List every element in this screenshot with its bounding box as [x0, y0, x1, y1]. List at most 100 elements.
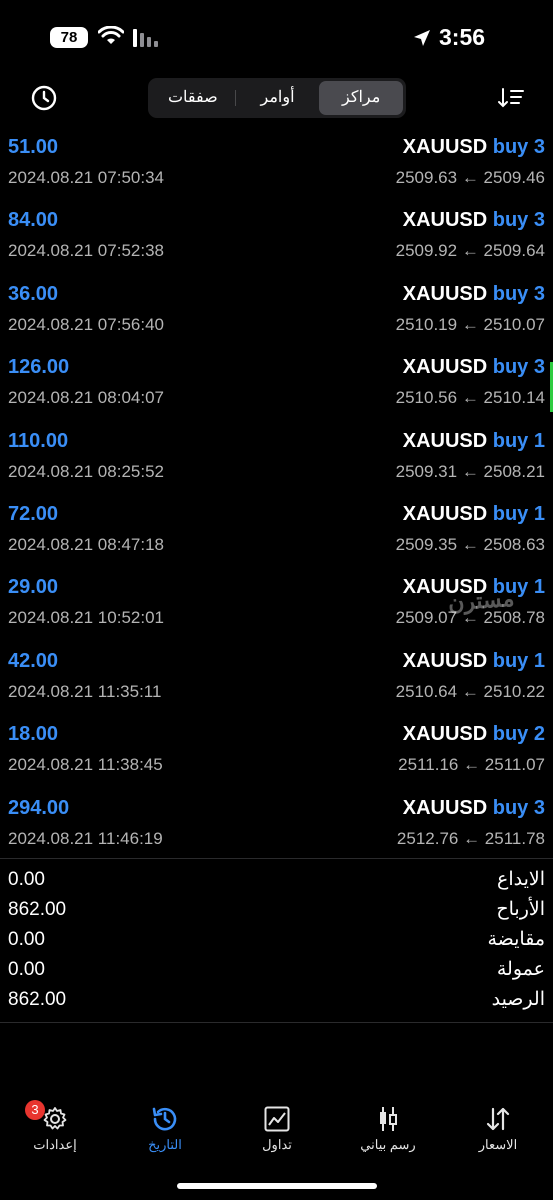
tab-label: التاريخ: [148, 1137, 182, 1152]
deal-time: 2024.08.21 11:35:11: [8, 681, 162, 701]
tab-chart[interactable]: رسم بياني: [338, 1098, 438, 1153]
deal-prices: 2512.76 ← 2511.78: [396, 828, 545, 848]
deal-time: 2024.08.21 08:04:07: [8, 388, 164, 408]
deal-title: XAUUSD buy 3: [403, 797, 545, 820]
deal-time: 2024.08.21 07:50:34: [8, 168, 164, 187]
deal-row[interactable]: 294.00 XAUUSD buy 3 2024.08.21 11:46:19 …: [0, 791, 553, 864]
deal-row[interactable]: 72.00 XAUUSD buy 1 2024.08.21 08:47:18 2…: [0, 497, 553, 570]
deal-profit: 294.00: [8, 796, 70, 819]
deal-title: XAUUSD buy 3: [403, 136, 545, 159]
tab-quotes[interactable]: الاسعار: [448, 1098, 548, 1153]
deal-side: buy 3: [492, 282, 545, 305]
summary-label: الايداع: [497, 869, 545, 890]
deal-time: 2024.08.21 11:46:19: [8, 828, 163, 848]
candlestick-icon: [380, 1107, 397, 1131]
summary-value: 0.00: [8, 869, 45, 890]
summary-label: مقايضة: [487, 929, 545, 950]
summary-row-swap: 0.00 مقايضة: [0, 926, 553, 956]
deal-time: 2024.08.21 11:38:45: [8, 755, 163, 775]
tab-settings[interactable]: إعدادات: [5, 1098, 105, 1153]
deal-profit: 84.00: [8, 209, 59, 232]
deal-row[interactable]: 42.00 XAUUSD buy 1 2024.08.21 11:35:11 2…: [0, 644, 553, 717]
deal-row[interactable]: 84.00 XAUUSD buy 3 2024.08.21 07:52:38 2…: [0, 203, 553, 276]
deal-symbol: XAUUSD: [402, 649, 488, 672]
divider: [0, 858, 553, 859]
tab-history[interactable]: التاريخ: [115, 1098, 215, 1153]
clock: 3:56: [439, 24, 486, 50]
tab-label: إعدادات: [33, 1137, 77, 1152]
deal-prices: 2510.56 ← 2510.14: [395, 388, 545, 408]
tab-bar: إعدادات التاريخ تداول رسم بياني الاسعار: [0, 1098, 553, 1168]
deal-symbol: XAUUSD: [402, 209, 488, 232]
deal-profit: 18.00: [8, 723, 59, 746]
deal-side: buy 3: [492, 136, 545, 158]
deal-prices: 2509.92 ← 2509.64: [395, 241, 545, 261]
wifi-icon: [98, 26, 124, 44]
watermark: مسترن: [447, 585, 516, 616]
deal-row[interactable]: 110.00 XAUUSD buy 1 2024.08.21 08:25:52 …: [0, 424, 553, 497]
tab-trade[interactable]: تداول: [227, 1098, 327, 1153]
deal-symbol: XAUUSD: [402, 136, 488, 158]
deal-title: XAUUSD buy 3: [403, 283, 545, 306]
deal-profit: 36.00: [8, 282, 59, 305]
deal-profit: 51.00: [8, 136, 59, 158]
segmented-control: صفقات أوامر مراكز: [148, 78, 406, 118]
summary-value: 0.00: [8, 959, 45, 980]
sort-icon[interactable]: [497, 85, 525, 111]
clock-icon[interactable]: [28, 82, 60, 114]
summary-label: عمولة: [496, 959, 545, 980]
summary-row-commission: 0.00 عمولة: [0, 956, 553, 986]
deal-title: XAUUSD buy 2: [403, 723, 545, 746]
summary: 0.00 الايداع 862.00 الأرباح 0.00 مقايضة …: [0, 866, 553, 1016]
summary-row-balance: 862.00 الرصيد: [0, 986, 553, 1016]
deal-prices: 2510.19 ← 2510.07: [395, 314, 545, 334]
tab-label: رسم بياني: [360, 1137, 416, 1152]
notification-badge: 3: [25, 1100, 45, 1120]
deals-list: 51.00 XAUUSD buy 3 2024.08.21 07:50:34 2…: [0, 130, 553, 864]
quotes-arrows-icon: [486, 1107, 510, 1131]
deal-side: buy 1: [492, 502, 545, 525]
deal-symbol: XAUUSD: [402, 282, 488, 305]
deal-prices: 2511.16 ← 2511.07: [398, 755, 545, 775]
deal-title: XAUUSD buy 3: [403, 209, 545, 232]
deal-side: buy 3: [492, 209, 545, 232]
deal-title: XAUUSD buy 1: [403, 430, 545, 453]
divider: [0, 1022, 553, 1023]
deal-symbol: XAUUSD: [402, 796, 488, 819]
tab-label: تداول: [262, 1137, 292, 1152]
tab-orders[interactable]: أوامر: [236, 81, 320, 115]
tab-deals[interactable]: صفقات: [151, 81, 235, 115]
deal-symbol: XAUUSD: [402, 429, 488, 452]
deal-row[interactable]: 51.00 XAUUSD buy 3 2024.08.21 07:50:34 2…: [0, 130, 553, 203]
summary-label: الأرباح: [496, 899, 545, 920]
deal-row[interactable]: 36.00 XAUUSD buy 3 2024.08.21 07:56:40 2…: [0, 277, 553, 350]
deal-symbol: XAUUSD: [402, 502, 488, 525]
deal-title: XAUUSD buy 3: [403, 356, 545, 379]
deal-prices: 2509.35 ← 2508.63: [395, 534, 545, 554]
deal-prices: 2509.63 ← 2509.46: [395, 168, 545, 187]
deal-title: XAUUSD buy 1: [403, 503, 545, 526]
deal-time: 2024.08.21 07:56:40: [8, 314, 164, 334]
home-indicator[interactable]: [177, 1183, 377, 1189]
deal-prices: 2509.31 ← 2508.21: [395, 461, 545, 481]
deal-profit: 29.00: [8, 576, 59, 599]
summary-row-deposit: 0.00 الايداع: [0, 866, 553, 896]
deal-side: buy 2: [492, 723, 545, 746]
deal-side: buy 3: [492, 356, 545, 379]
summary-value: 862.00: [8, 989, 67, 1010]
battery-icon: 78: [50, 27, 88, 48]
deal-symbol: XAUUSD: [402, 356, 488, 379]
deal-row[interactable]: 126.00 XAUUSD buy 3 2024.08.21 08:04:07 …: [0, 350, 553, 423]
deal-row[interactable]: 18.00 XAUUSD buy 2 2024.08.21 11:38:45 2…: [0, 717, 553, 790]
deal-profit: 42.00: [8, 649, 59, 672]
deal-prices: 2510.64 ← 2510.22: [395, 681, 545, 701]
deal-side: buy 1: [492, 649, 545, 672]
deal-side: buy 1: [492, 429, 545, 452]
deal-time: 2024.08.21 08:25:52: [8, 461, 164, 481]
status-bar: 78 3:56: [0, 0, 553, 76]
location-arrow-icon: [414, 30, 430, 46]
summary-row-profit: 862.00 الأرباح: [0, 896, 553, 926]
deal-time: 2024.08.21 08:47:18: [8, 534, 164, 554]
deal-profit: 110.00: [8, 429, 69, 452]
tab-positions[interactable]: مراكز: [319, 81, 404, 115]
